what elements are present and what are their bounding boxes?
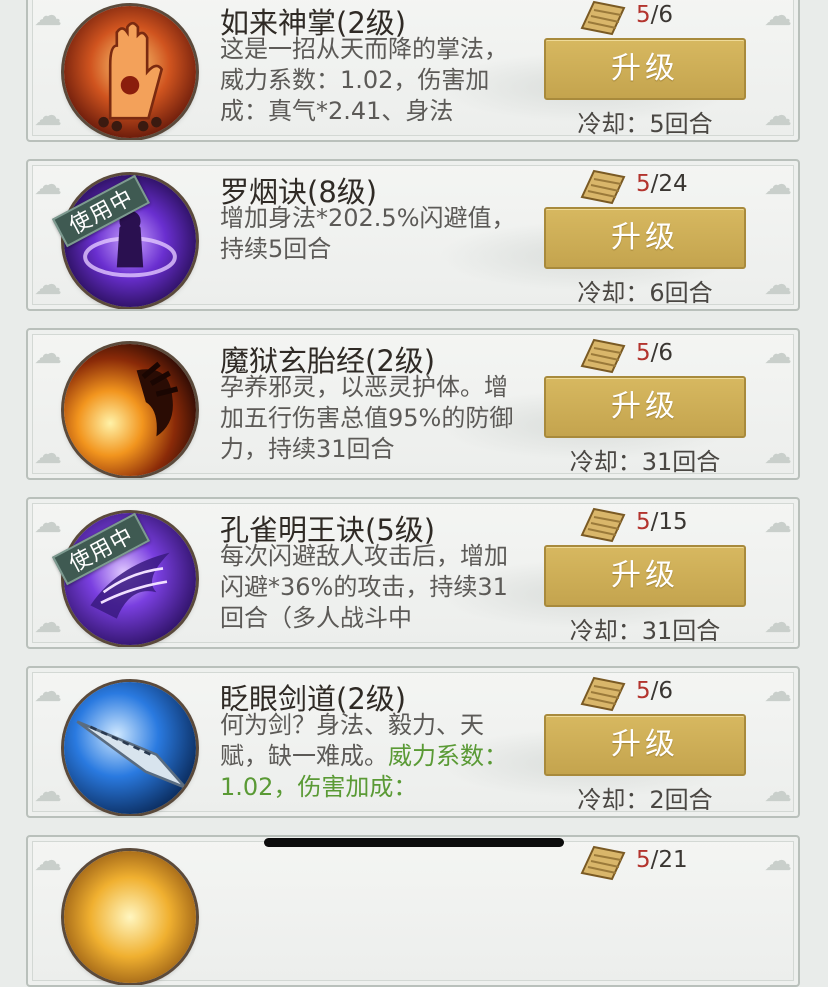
- skill-icon-wrap[interactable]: 使用中: [51, 511, 198, 647]
- cooldown-text: 冷却：5回合: [577, 110, 713, 138]
- skill-icon-wrap[interactable]: 使用中: [51, 173, 198, 309]
- fragment-count: 5/24: [636, 171, 688, 197]
- cooldown-text: 冷却：31回合: [569, 448, 721, 476]
- skill-description: 孕养邪灵，以恶灵护体。增加五行伤害总值95%的防御力，持续31回合: [220, 373, 514, 462]
- cloud-ornament: ☁: [764, 506, 792, 539]
- fragment-count: 5/15: [636, 509, 688, 535]
- skill-card: ☁ ☁ ☁ ☁ 如来神掌(2级) 这是一招从天而降的掌法，威力系数：1.02，伤…: [26, 0, 800, 142]
- skill-description: 这是一招从天而降的掌法，威力系数：1.02，伤害加成：真气*2.41、身法: [220, 35, 508, 124]
- fragment-count: 5/6: [636, 2, 674, 28]
- upgrade-button[interactable]: 升级: [544, 376, 746, 438]
- fragment-count: 5/6: [636, 678, 674, 704]
- home-indicator[interactable]: [264, 838, 564, 847]
- skill-card: ☁ ☁ ☁ ☁ 使用中 孔雀明王诀(5级) 每次闪避敌人攻击后，增加闪避*36%…: [26, 497, 800, 649]
- skill-card: ☁ ☁ ☁ ☁ 眨眼剑道(2级) 何为剑？身法、毅力、天赋，缺一难成。威力系数：…: [26, 666, 800, 818]
- sword-icon: [64, 682, 196, 814]
- skill-card: ☁ ☁ 5/21: [26, 835, 800, 987]
- cloud-ornament: ☁: [764, 168, 792, 201]
- skill-icon-wrap[interactable]: [62, 680, 198, 816]
- scroll-icon: [580, 169, 626, 205]
- upgrade-button[interactable]: 升级: [544, 207, 746, 269]
- fragment-count: 5/6: [636, 340, 674, 366]
- skill-card: ☁ ☁ ☁ ☁ 魔狱玄胎经(2级) 孕养邪灵，以恶灵护体。增加五行伤害总值95%…: [26, 328, 800, 480]
- skill-icon-wrap[interactable]: [62, 849, 198, 985]
- skill-card: ☁ ☁ ☁ ☁ 使用中 罗烟诀(8级) 增加身法*202.5%闪避值，持续5回合…: [26, 159, 800, 311]
- demon-claw-icon: [64, 344, 196, 476]
- palm-icon: [64, 6, 196, 138]
- skill-description: 何为剑？身法、毅力、天赋，缺一难成。威力系数：1.02，伤害加成：: [220, 711, 508, 800]
- scroll-icon: [580, 507, 626, 543]
- upgrade-button[interactable]: 升级: [544, 38, 746, 100]
- fragment-count: 5/21: [636, 847, 688, 873]
- cooldown-text: 冷却：31回合: [569, 617, 721, 645]
- sun-icon: [64, 851, 196, 983]
- cloud-ornament: ☁: [764, 675, 792, 708]
- skill-icon-wrap[interactable]: [62, 4, 198, 140]
- cooldown-text: 冷却：6回合: [577, 279, 713, 307]
- skill-description: 增加身法*202.5%闪避值，持续5回合: [220, 204, 516, 263]
- skill-icon-wrap[interactable]: [62, 342, 198, 478]
- upgrade-button[interactable]: 升级: [544, 714, 746, 776]
- cloud-ornament: ☁: [764, 0, 792, 32]
- cooldown-text: 冷却：2回合: [577, 786, 713, 814]
- skill-description: 每次闪避敌人攻击后，增加闪避*36%的攻击，持续31回合（多人战斗中: [220, 542, 508, 631]
- scroll-icon: [580, 845, 626, 881]
- cloud-ornament: ☁: [764, 844, 792, 877]
- scroll-icon: [580, 0, 626, 36]
- scroll-icon: [580, 338, 626, 374]
- cloud-ornament: ☁: [764, 337, 792, 370]
- upgrade-button[interactable]: 升级: [544, 545, 746, 607]
- scroll-icon: [580, 676, 626, 712]
